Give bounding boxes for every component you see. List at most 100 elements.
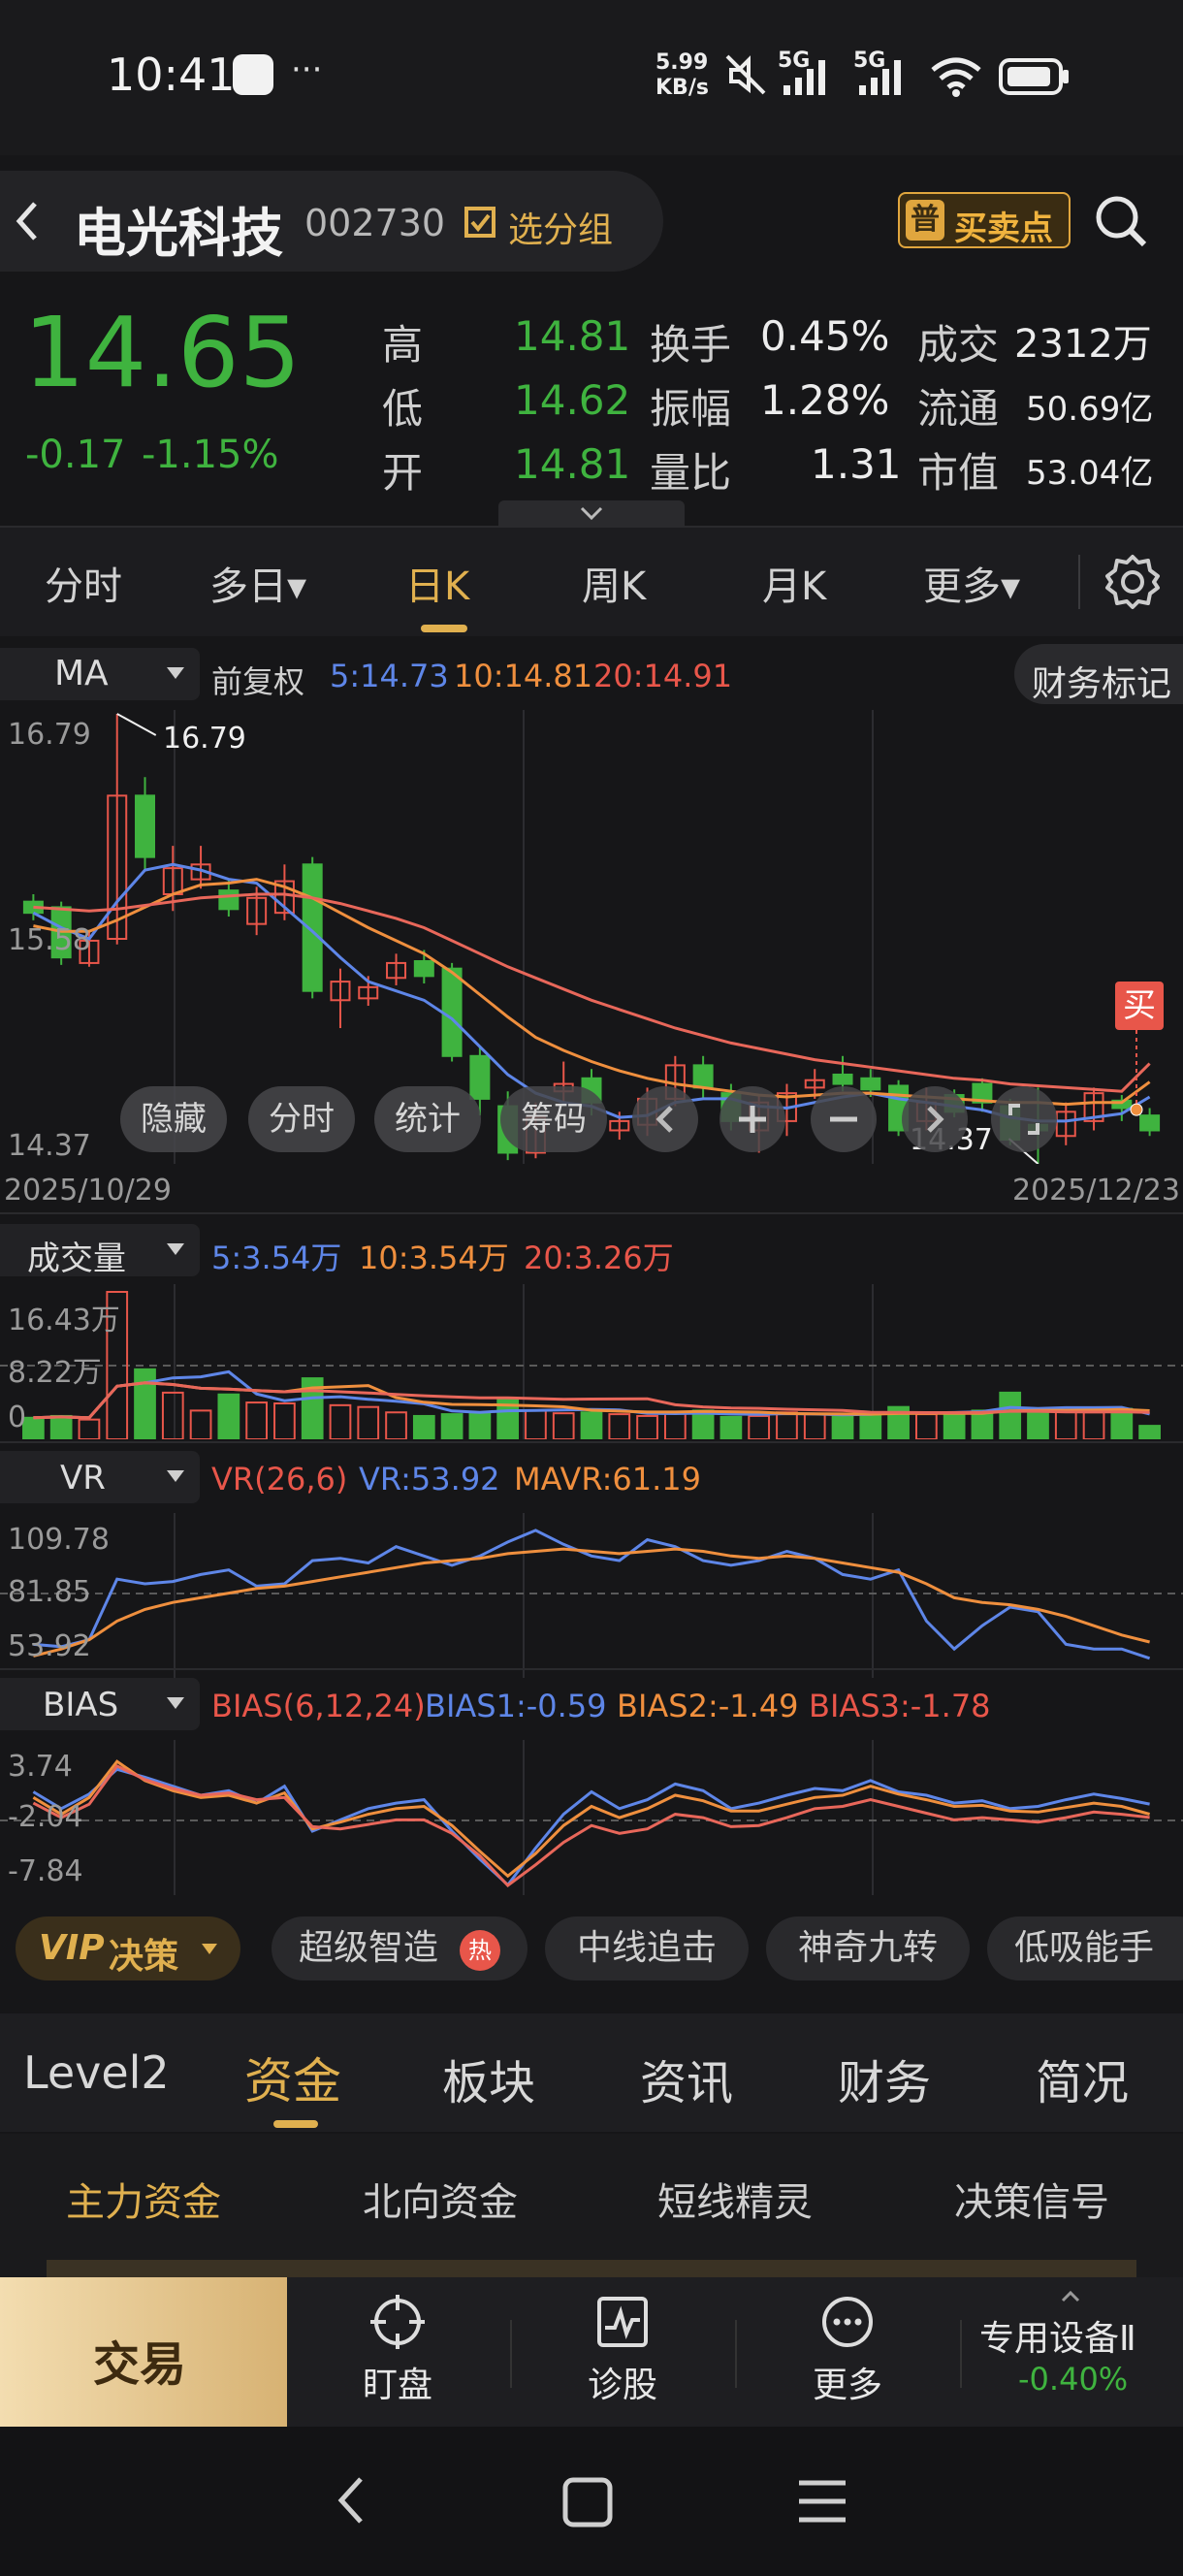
volume-bar xyxy=(78,1418,101,1439)
search-icon[interactable] xyxy=(1092,192,1150,250)
volume-bar xyxy=(691,1409,715,1439)
bias-y-bottom: -7.84 xyxy=(8,1854,83,1888)
nav-watch-label: 盯盘 xyxy=(362,2366,432,2405)
turnover-label: 换手 xyxy=(650,321,732,369)
statistics-button[interactable]: 统计 xyxy=(374,1086,481,1152)
sector-shortcut[interactable]: 专用设备Ⅱ -0.40% xyxy=(968,2289,1183,2415)
volume-ratio-label: 量比 xyxy=(650,449,732,497)
back-nav-icon[interactable] xyxy=(330,2471,372,2529)
volume-bar xyxy=(1082,1411,1105,1439)
vr-y-mid: 81.85 xyxy=(8,1575,91,1609)
tab-weekly-k[interactable]: 周K xyxy=(582,555,646,611)
tab-multiday[interactable]: 多日▾ xyxy=(209,555,306,611)
tab-financials[interactable]: 财务 xyxy=(838,2045,931,2112)
volume-bar xyxy=(552,1412,575,1439)
volume-bar xyxy=(859,1413,882,1439)
tab-profile[interactable]: 简况 xyxy=(1036,2045,1129,2112)
nav-watch[interactable]: 盯盘 xyxy=(320,2289,475,2415)
ma5-value: 5:14.73 xyxy=(330,658,449,694)
mavr-line xyxy=(33,1547,1150,1658)
tab-funds[interactable]: 资金 xyxy=(244,2043,341,2112)
trade-button[interactable]: 交易 xyxy=(0,2277,287,2427)
tab-intraday[interactable]: 分时 xyxy=(45,555,122,611)
chevron-left-icon[interactable] xyxy=(14,200,41,242)
high-value: 14.81 xyxy=(514,312,631,360)
volume-indicator-selector[interactable]: 成交量 xyxy=(0,1224,200,1278)
active-tab-indicator xyxy=(421,625,467,632)
tab-sector[interactable]: 板块 xyxy=(442,2045,535,2112)
gear-icon[interactable] xyxy=(1103,553,1162,611)
battery-icon xyxy=(999,58,1069,95)
volume-bar xyxy=(412,1414,435,1439)
crosshair-icon xyxy=(370,2295,425,2349)
amplitude-value: 1.28% xyxy=(760,376,890,424)
signal-bars-icon-2 xyxy=(859,60,901,95)
strategy-chip-nine-turn[interactable]: 神奇九转 xyxy=(766,1916,970,1980)
volume-chart[interactable] xyxy=(0,1284,1183,1439)
sub-tab-northbound[interactable]: 北向资金 xyxy=(363,2171,518,2227)
finance-mark-button[interactable]: 财务标记 xyxy=(1014,644,1183,704)
vol-ma5: 5:3.54万 xyxy=(211,1240,342,1276)
content-strip xyxy=(47,2260,1136,2279)
strategy-chip-low-buy[interactable]: 低吸能手 xyxy=(987,1916,1183,1980)
tab-daily-k[interactable]: 日K xyxy=(405,555,469,611)
dropdown-triangle-icon xyxy=(167,667,184,679)
stock-code: 002730 xyxy=(304,202,446,244)
bias-indicator-selector[interactable]: BIAS xyxy=(0,1678,200,1730)
expand-quote-button[interactable] xyxy=(498,500,685,526)
sub-tab-main-funds[interactable]: 主力资金 xyxy=(66,2171,221,2227)
nav-diagnose[interactable]: 诊股 xyxy=(545,2289,700,2415)
volume-bar xyxy=(217,1393,240,1439)
more-dots-icon xyxy=(822,2297,873,2347)
tab-level2[interactable]: Level2 xyxy=(23,2046,170,2099)
buy-signal-marker[interactable]: 买 xyxy=(1115,982,1164,1030)
vr-indicator-selector[interactable]: VR xyxy=(0,1451,200,1503)
vr-chart[interactable] xyxy=(0,1513,1183,1678)
indicator-selector[interactable]: MA xyxy=(0,648,200,700)
chip-distribution-button[interactable]: 筹码 xyxy=(500,1086,607,1152)
nav-more[interactable]: 更多 xyxy=(770,2289,925,2415)
hide-controls-button[interactable]: 隐藏 xyxy=(120,1086,227,1152)
divider xyxy=(0,1212,1183,1214)
zoom-out-button[interactable] xyxy=(811,1086,877,1152)
buy-marker-dot xyxy=(1130,1103,1143,1116)
float-cap-value: 50.69亿 xyxy=(1026,390,1154,429)
nav-more-label: 更多 xyxy=(812,2366,882,2405)
buy-sell-point-button[interactable]: 普 买卖点 xyxy=(898,192,1071,248)
tab-monthly-k[interactable]: 月K xyxy=(762,555,826,611)
ma20-value: 20:14.91 xyxy=(593,658,733,694)
volume-bar xyxy=(357,1405,380,1439)
tab-news[interactable]: 资讯 xyxy=(640,2045,733,2112)
zoom-in-button[interactable] xyxy=(719,1086,785,1152)
intraday-overlay-button[interactable]: 分时 xyxy=(248,1086,355,1152)
dropdown-triangle-icon xyxy=(167,1470,184,1482)
nav-diagnose-label: 诊股 xyxy=(587,2366,657,2405)
tab-more[interactable]: 更多▾ xyxy=(923,555,1020,611)
candle xyxy=(692,1064,714,1089)
scroll-left-button[interactable] xyxy=(632,1086,698,1152)
divider xyxy=(1078,555,1080,609)
sub-tab-short-term[interactable]: 短线精灵 xyxy=(657,2171,813,2227)
kline-y-top: 16.79 xyxy=(8,718,91,752)
last-price: 14.65 xyxy=(23,296,302,409)
price-change-pct: -1.15% xyxy=(142,433,279,477)
volume-bar xyxy=(134,1368,156,1439)
menu-nav-icon[interactable] xyxy=(797,2477,847,2526)
adjust-mode[interactable]: 前复权 xyxy=(211,658,304,702)
volume-bar xyxy=(608,1413,631,1439)
volume-bar xyxy=(161,1391,184,1439)
vip-decision-button[interactable]: VIP 决策 xyxy=(16,1916,240,1980)
vr-y-top: 109.78 xyxy=(8,1523,110,1557)
volume-bar xyxy=(803,1413,826,1439)
date-start: 2025/10/29 xyxy=(4,1174,172,1208)
home-nav-icon[interactable] xyxy=(560,2475,615,2529)
vol-y-top: 16.43万 xyxy=(8,1304,120,1337)
bias-chart[interactable] xyxy=(0,1740,1183,1895)
fullscreen-button[interactable] xyxy=(991,1086,1057,1152)
scroll-right-button[interactable] xyxy=(902,1086,968,1152)
strategy-chip-midline[interactable]: 中线追击 xyxy=(545,1916,749,1980)
volume-label: 成交 xyxy=(917,321,1000,369)
sub-tab-signals[interactable]: 决策信号 xyxy=(954,2171,1109,2227)
bias2-value: BIAS2:-1.49 xyxy=(617,1688,799,1724)
volume-bar xyxy=(1027,1411,1049,1439)
